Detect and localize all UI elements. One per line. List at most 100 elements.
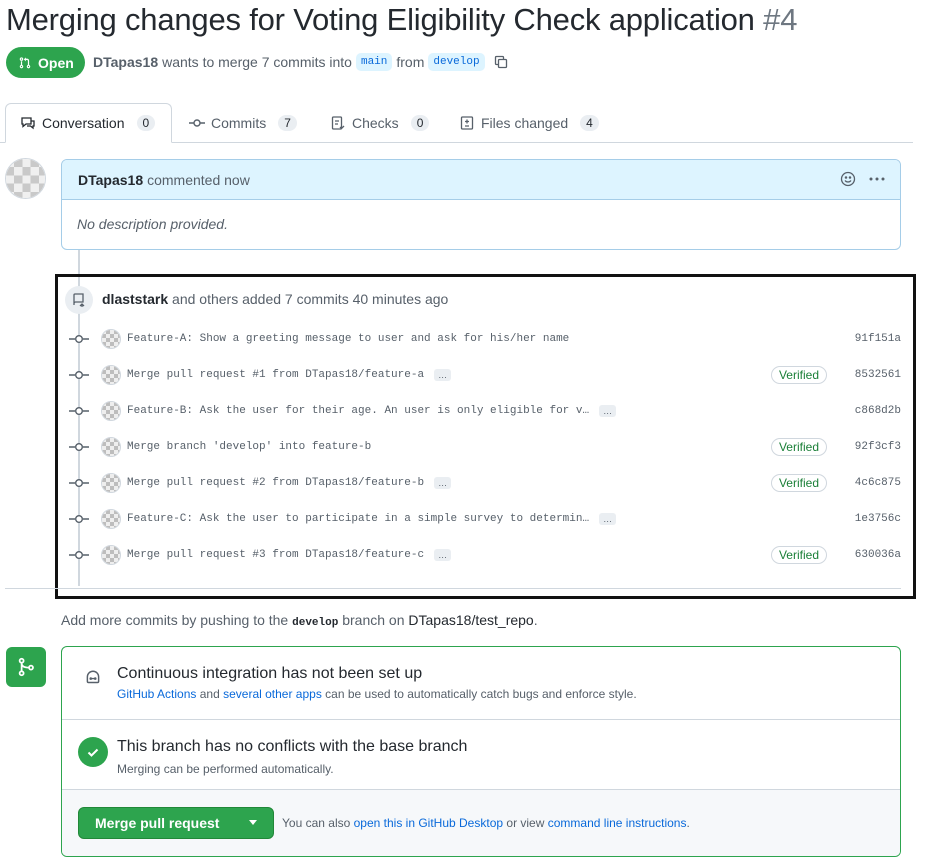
- ci-section: Continuous integration has not been set …: [62, 647, 900, 720]
- commit-row: Feature-A: Show a greeting message to us…: [68, 327, 901, 351]
- commit-sha[interactable]: 630036a: [855, 549, 901, 561]
- verified-badge[interactable]: Verified: [770, 366, 827, 384]
- command-line-instructions-link[interactable]: command line instructions: [548, 816, 687, 830]
- commit-sha[interactable]: 1e3756c: [855, 513, 901, 525]
- push-event-text: dlaststark and others added 7 commits 40…: [102, 291, 448, 307]
- push-description: and others added 7 commits 40 minutes ag…: [172, 291, 449, 307]
- avatar[interactable]: [101, 401, 121, 421]
- commit-sha[interactable]: 4c6c875: [855, 477, 901, 489]
- ci-and: and: [199, 687, 220, 701]
- commit-message[interactable]: Feature-C: Ask the user to participate i…: [127, 513, 589, 525]
- add-more-repo[interactable]: DTapas18/test_repo: [408, 612, 533, 628]
- add-more-prefix: Add more commits by pushing to the: [61, 612, 289, 628]
- expand-commit-body-button[interactable]: …: [434, 477, 452, 489]
- merge-box: Continuous integration has not been set …: [61, 646, 901, 857]
- tab-files-changed-label: Files changed: [481, 115, 569, 131]
- pr-title-text: Merging changes for Voting Eligibility C…: [6, 2, 755, 37]
- ci-rest: can be used to automatically catch bugs …: [325, 687, 637, 701]
- no-conflicts-subtitle: Merging can be performed automatically.: [117, 762, 334, 776]
- merge-actions: Merge pull request You can also open thi…: [62, 790, 900, 856]
- commit-sha[interactable]: 92f3cf3: [855, 441, 901, 453]
- tab-checks[interactable]: Checks 0: [330, 103, 430, 143]
- commit-icon: [189, 119, 205, 127]
- other-apps-link[interactable]: several other apps: [223, 687, 322, 701]
- commit-sha[interactable]: c868d2b: [855, 405, 901, 417]
- github-desktop-link[interactable]: open this in GitHub Desktop: [354, 816, 503, 830]
- head-branch[interactable]: develop: [428, 53, 485, 71]
- avatar[interactable]: [101, 473, 121, 493]
- no-conflicts-title: This branch has no conflicts with the ba…: [117, 738, 468, 755]
- commit-message[interactable]: Feature-B: Ask the user for their age. A…: [127, 405, 589, 417]
- pr-author[interactable]: DTapas18: [93, 54, 158, 70]
- tab-checks-count: 0: [410, 115, 430, 131]
- expand-commit-body-button[interactable]: …: [434, 549, 452, 561]
- tab-checks-label: Checks: [352, 115, 399, 131]
- commit-message[interactable]: Merge pull request #3 from DTapas18/feat…: [127, 549, 424, 561]
- commit-row: Merge pull request #3 from DTapas18/feat…: [68, 543, 901, 567]
- tab-files-changed[interactable]: Files changed 4: [459, 103, 599, 143]
- avatar[interactable]: [101, 509, 121, 529]
- comment-tools: [840, 171, 886, 187]
- pull-request-icon: [19, 56, 31, 68]
- commit-row: Feature-C: Ask the user to participate i…: [68, 507, 901, 531]
- commit-row: Merge pull request #1 from DTapas18/feat…: [68, 363, 901, 387]
- add-more-commits-note: Add more commits by pushing to the devel…: [61, 612, 538, 629]
- commit-node-icon: [68, 514, 90, 524]
- commit-message[interactable]: Merge branch 'develop' into feature-b: [127, 441, 371, 453]
- tab-conversation-label: Conversation: [42, 115, 125, 131]
- merge-method-dropdown[interactable]: [233, 808, 273, 838]
- commit-node-icon: [68, 334, 90, 344]
- pr-number: #4: [763, 2, 798, 37]
- base-branch[interactable]: main: [355, 53, 393, 71]
- git-merge-icon: [6, 647, 46, 687]
- smiley-icon[interactable]: [840, 171, 856, 187]
- merge-alternatives-text: You can also open this in GitHub Desktop…: [282, 816, 690, 830]
- ci-subtitle: GitHub Actions and several other apps ca…: [117, 687, 637, 701]
- commit-message[interactable]: Feature-A: Show a greeting message to us…: [127, 333, 569, 345]
- commit-sha[interactable]: 8532561: [855, 369, 901, 381]
- avatar[interactable]: [101, 365, 121, 385]
- commit-node-icon: [68, 550, 90, 560]
- merge-end: .: [686, 816, 690, 830]
- commit-sha[interactable]: 91f151a: [855, 333, 901, 345]
- ci-title: Continuous integration has not been set …: [117, 665, 423, 682]
- status-badge: Open: [6, 47, 85, 78]
- verified-badge[interactable]: Verified: [770, 438, 827, 456]
- add-more-suffix: .: [533, 612, 538, 628]
- commit-node-icon: [68, 370, 90, 380]
- push-author[interactable]: dlaststark: [102, 291, 168, 307]
- merge-pull-request-button[interactable]: Merge pull request: [78, 807, 274, 839]
- conversation-icon: [21, 117, 35, 130]
- triangle-down-icon: [249, 820, 257, 825]
- pr-from-text: from: [396, 54, 425, 70]
- commit-node-icon: [68, 478, 90, 488]
- verified-badge[interactable]: Verified: [770, 474, 827, 492]
- kebab-horizontal-icon[interactable]: [868, 171, 886, 187]
- commit-message[interactable]: Merge pull request #2 from DTapas18/feat…: [127, 477, 424, 489]
- avatar[interactable]: [101, 329, 121, 349]
- commit-message[interactable]: Merge pull request #1 from DTapas18/feat…: [127, 369, 424, 381]
- avatar[interactable]: [5, 158, 46, 199]
- expand-commit-body-button[interactable]: …: [599, 513, 617, 525]
- commit-row: Merge pull request #2 from DTapas18/feat…: [68, 471, 901, 495]
- merge-button-label: Merge pull request: [95, 815, 220, 831]
- merge-or-text: or view: [506, 816, 545, 830]
- commit-node-icon: [68, 406, 90, 416]
- checklist-icon: [331, 116, 345, 130]
- avatar[interactable]: [101, 545, 121, 565]
- verified-badge[interactable]: Verified: [770, 546, 827, 564]
- tab-commits-count: 7: [278, 115, 297, 131]
- commit-row: Feature-B: Ask the user for their age. A…: [68, 399, 901, 423]
- robot-icon: [78, 663, 108, 693]
- expand-commit-body-button[interactable]: …: [434, 369, 452, 381]
- expand-commit-body-button[interactable]: …: [599, 405, 617, 417]
- commit-node-icon: [68, 442, 90, 452]
- comment-author[interactable]: DTapas18: [78, 172, 143, 188]
- comment-body: No description provided.: [77, 216, 228, 232]
- github-actions-link[interactable]: GitHub Actions: [117, 687, 196, 701]
- copy-icon[interactable]: [493, 54, 509, 70]
- tab-commits-label: Commits: [211, 115, 267, 131]
- tab-conversation[interactable]: Conversation 0: [5, 103, 172, 143]
- tab-commits[interactable]: Commits 7: [189, 103, 297, 143]
- avatar[interactable]: [101, 437, 121, 457]
